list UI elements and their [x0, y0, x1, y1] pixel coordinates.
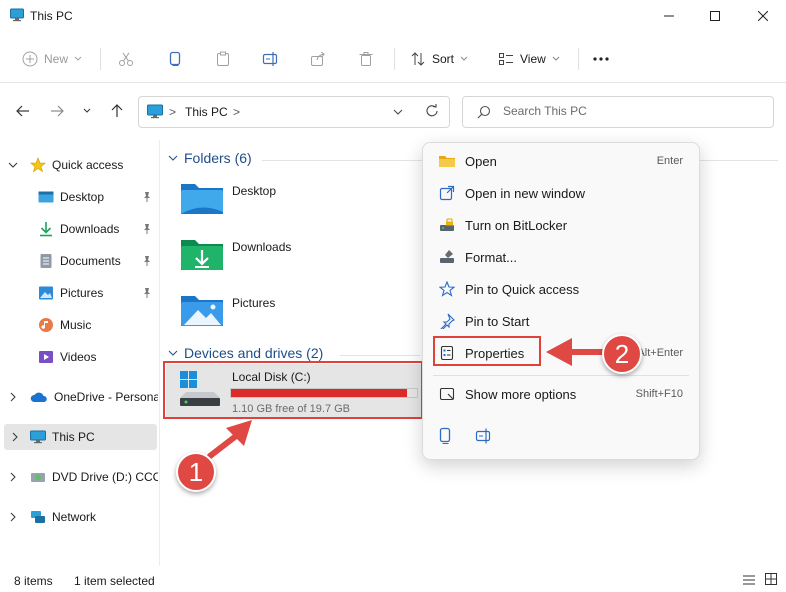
callout-arrow-2 — [546, 338, 609, 366]
selection-count: 1 item selected — [74, 574, 155, 588]
status-bar: 8 items 1 item selected — [0, 566, 786, 592]
callout-arrow-1 — [207, 420, 252, 459]
tiles-view-icon[interactable] — [764, 572, 778, 586]
item-count: 8 items — [14, 574, 53, 588]
step-badge-1: 1 — [176, 452, 216, 492]
step-badge-2: 2 — [602, 334, 642, 374]
details-view-icon[interactable] — [742, 574, 756, 586]
callout-arrows — [207, 338, 609, 459]
